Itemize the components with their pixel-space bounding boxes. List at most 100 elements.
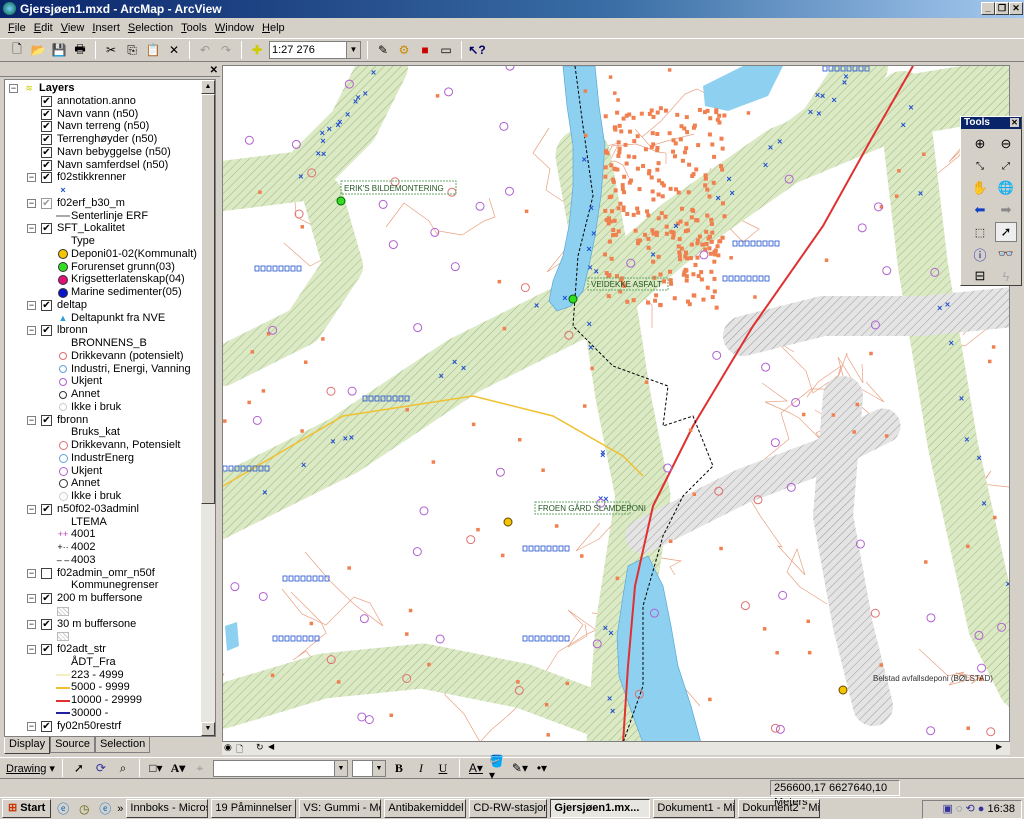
taskbar-item[interactable]: 19 Påminnelser — [211, 799, 297, 818]
collapse-icon[interactable]: − — [27, 224, 36, 234]
underline-button[interactable]: U — [434, 759, 452, 777]
layer-checkbox[interactable]: ✔ — [41, 299, 52, 311]
measure-icon[interactable]: ⊟ — [969, 266, 991, 286]
add-data-icon[interactable]: ✚ — [248, 41, 266, 59]
collapse-icon[interactable]: − — [27, 568, 36, 578]
layer-checkbox[interactable]: ✔ — [41, 159, 52, 171]
toc-scrollbar[interactable]: ▲ ▼ — [201, 80, 215, 736]
tab-display[interactable]: Display — [4, 737, 51, 754]
save-icon[interactable]: 💾 — [50, 41, 68, 59]
font-size-combo[interactable]: ▼ — [351, 759, 386, 777]
close-button[interactable]: ✕ — [1009, 2, 1023, 15]
collapse-icon[interactable]: − — [27, 415, 36, 425]
delete-icon[interactable]: ✕ — [165, 41, 183, 59]
taskbar-item[interactable]: Antibakemiddel o... — [384, 799, 467, 818]
scroll-right-button[interactable]: ▶ — [996, 742, 1002, 751]
marker-color-icon[interactable]: •▾ — [533, 759, 551, 777]
minimize-button[interactable]: _ — [981, 2, 995, 15]
menu-window[interactable]: Window — [211, 22, 258, 34]
start-button[interactable]: ⊞ Start — [2, 799, 52, 818]
font-color-icon[interactable]: A▾ — [467, 759, 485, 777]
toolbox-icon[interactable]: ■ — [416, 41, 434, 59]
zoom-to-selected-icon[interactable]: ⌕ — [114, 759, 132, 777]
fill-color-icon[interactable]: 🪣▾ — [489, 754, 507, 782]
new-icon[interactable]: 🗋 — [8, 41, 26, 59]
layer-checkbox[interactable]: ✔ — [41, 503, 52, 515]
layer-checkbox[interactable]: ✔ — [41, 223, 52, 235]
taskbar-item[interactable]: Dokument2 - Micr... — [738, 799, 821, 818]
taskbar-item[interactable]: CD-RW-stasjon (F:) — [469, 799, 548, 818]
zoom-out-icon[interactable]: ⊖ — [995, 134, 1017, 154]
select-elements-icon[interactable]: ➚ — [70, 759, 88, 777]
taskbar-item[interactable]: Gjersjøen1.mx... — [550, 799, 651, 818]
layer-checkbox[interactable]: ✔ — [41, 108, 52, 120]
layer-checkbox[interactable]: ✔ — [41, 197, 52, 209]
taskbar-item[interactable]: Dokument1 - Micr... — [653, 799, 736, 818]
fixed-zoom-in-icon[interactable]: ⤡ — [969, 156, 991, 176]
layer-checkbox[interactable] — [41, 567, 52, 579]
collapse-icon[interactable]: − — [27, 645, 36, 654]
layer-checkbox[interactable]: ✔ — [41, 593, 52, 604]
collapse-icon[interactable]: − — [27, 198, 36, 208]
menu-selection[interactable]: Selection — [124, 22, 177, 34]
cut-icon[interactable]: ✂ — [102, 41, 120, 59]
hyperlink-icon[interactable]: ϟ — [995, 266, 1017, 286]
refresh-icon[interactable]: ↻ — [256, 742, 264, 753]
edit-vertices-icon[interactable]: ⌖ — [191, 759, 209, 777]
arctoolbox-icon[interactable]: ⚙ — [395, 41, 413, 59]
print-icon[interactable]: 🖶 — [71, 41, 89, 59]
menu-file[interactable]: File — [4, 22, 30, 34]
rotate-icon[interactable]: ⟳ — [92, 759, 110, 777]
layer-checkbox[interactable]: ✔ — [41, 95, 52, 107]
pan-icon[interactable]: ✋ — [969, 178, 991, 198]
line-color-icon[interactable]: ✎▾ — [511, 759, 529, 777]
bold-button[interactable]: B — [390, 759, 408, 777]
menu-edit[interactable]: Edit — [30, 22, 57, 34]
back-icon[interactable]: ⬅ — [969, 200, 991, 220]
drawing-menu[interactable]: Drawing ▾ — [6, 762, 55, 775]
collapse-icon[interactable]: − — [27, 504, 36, 514]
font-combo[interactable]: ▼ — [212, 759, 348, 777]
collapse-icon[interactable]: − — [27, 173, 36, 183]
more-icon[interactable]: » — [117, 803, 123, 815]
layer-checkbox[interactable]: ✔ — [41, 121, 52, 133]
collapse-icon[interactable]: − — [27, 326, 36, 336]
redo-icon[interactable]: ↷ — [217, 41, 235, 59]
chevron-down-icon[interactable]: ▼ — [346, 42, 360, 58]
zoom-in-icon[interactable]: ⊕ — [969, 134, 991, 154]
close-icon[interactable]: ✕ — [210, 65, 218, 76]
map-scale-combo[interactable]: 1:27 276 ▼ — [269, 41, 361, 59]
menu-help[interactable]: Help — [258, 22, 289, 34]
collapse-icon[interactable]: − — [27, 619, 36, 629]
layer-checkbox[interactable]: ✔ — [41, 146, 52, 158]
open-icon[interactable]: 📂 — [29, 41, 47, 59]
find-icon[interactable]: 👓 — [995, 244, 1017, 264]
layer-checkbox[interactable]: ✔ — [41, 720, 52, 732]
internet-explorer-icon[interactable]: ⓔ — [54, 800, 72, 818]
tab-source[interactable]: Source — [50, 737, 95, 753]
layer-checkbox[interactable]: ✔ — [41, 134, 52, 145]
select-features-icon[interactable]: ⬚ — [969, 222, 991, 242]
fixed-zoom-out-icon[interactable]: ⤢ — [995, 156, 1017, 176]
collapse-icon[interactable]: − — [27, 721, 36, 731]
menu-tools[interactable]: Tools — [177, 22, 211, 34]
map-view[interactable]: × × × × × × × × × × × × × × × × × × × × × × × × × × × × × × × × × × × × × × × ×… — [222, 65, 1010, 742]
tab-selection[interactable]: Selection — [94, 737, 151, 753]
italic-button[interactable]: I — [412, 759, 430, 777]
scroll-left-button[interactable]: ◀ — [268, 742, 274, 751]
taskbar-item[interactable]: VS: Gummi - Meld... — [299, 799, 382, 818]
paste-icon[interactable]: 📋 — [144, 41, 162, 59]
editor-icon[interactable]: ✎ — [374, 41, 392, 59]
full-extent-icon[interactable]: 🌐 — [995, 178, 1017, 198]
whats-this-icon[interactable]: ↖? — [468, 41, 486, 59]
undo-icon[interactable]: ↶ — [196, 41, 214, 59]
map-horizontal-scrollbar[interactable]: ◉ 🗋 ↻ ◀ ▶ — [222, 742, 1010, 755]
layout-view-icon[interactable]: 🗋 — [236, 742, 243, 758]
taskbar-item[interactable]: Innboks - Micros... — [126, 799, 209, 818]
scroll-up-button[interactable]: ▲ — [201, 80, 215, 94]
command-line-icon[interactable]: ▭ — [437, 41, 455, 59]
collapse-icon[interactable]: − — [27, 594, 36, 603]
layer-checkbox[interactable]: ✔ — [41, 172, 52, 184]
select-elements-icon[interactable]: ➚ — [995, 222, 1017, 242]
close-icon[interactable]: ✕ — [1010, 118, 1019, 127]
